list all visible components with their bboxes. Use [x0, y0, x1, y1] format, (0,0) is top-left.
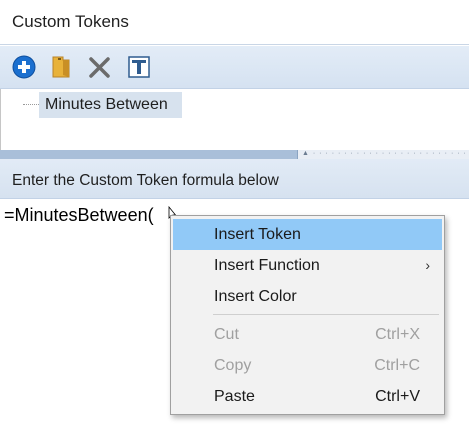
tree-item-minutes-between[interactable]: Minutes Between	[39, 92, 182, 118]
toolbar	[0, 46, 469, 89]
delete-button[interactable]	[87, 54, 113, 80]
folder-icon	[52, 56, 70, 78]
context-menu: Insert Token Insert Function › Insert Co…	[170, 215, 445, 415]
folder-button[interactable]	[49, 54, 75, 80]
add-icon	[12, 55, 36, 79]
tree-connector	[23, 104, 39, 105]
splitter-grip[interactable]: ▲ · · · · · · · · · · · · · · · · · · · …	[297, 150, 469, 159]
token-tree: Minutes Between	[0, 89, 469, 150]
add-button[interactable]	[11, 54, 37, 80]
menu-item-copy: Copy Ctrl+C	[214, 357, 420, 374]
text-token-icon	[128, 56, 150, 78]
menu-item-paste[interactable]: Paste Ctrl+V	[173, 381, 442, 412]
menu-item-cut: Cut Ctrl+X	[214, 326, 420, 343]
menu-item-insert-token[interactable]: Insert Token	[173, 219, 442, 250]
splitter[interactable]: ▲ · · · · · · · · · · · · · · · · · · · …	[0, 150, 469, 159]
text-token-button[interactable]	[126, 54, 152, 80]
menu-item-insert-function[interactable]: Insert Function ›	[173, 250, 442, 281]
formula-header-label: Enter the Custom Token formula below	[12, 172, 279, 189]
chevron-right-icon: ›	[425, 257, 430, 273]
menu-item-insert-color[interactable]: Insert Color	[173, 281, 442, 312]
title-bar: Custom Tokens	[0, 0, 469, 45]
formula-header: Enter the Custom Token formula below	[0, 159, 469, 199]
window-title: Custom Tokens	[12, 12, 129, 31]
menu-separator	[213, 314, 439, 315]
formula-text[interactable]: =MinutesBetween(	[4, 205, 154, 226]
delete-icon	[89, 57, 110, 78]
